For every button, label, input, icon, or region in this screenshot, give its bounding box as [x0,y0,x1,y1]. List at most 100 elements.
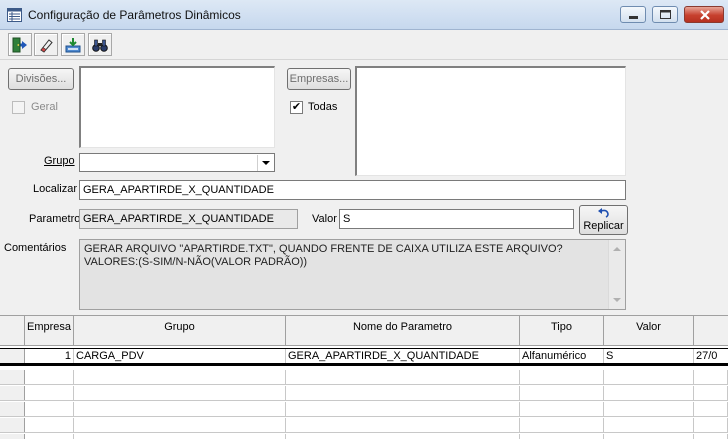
grid-cell-empty[interactable] [604,418,694,432]
scroll-down-icon[interactable] [613,298,621,302]
grid-cell-empty[interactable] [286,370,520,384]
maximize-button[interactable] [652,6,678,23]
grid-cell-empty[interactable] [694,386,728,400]
comentario-line-2: VALORES:(S-SIM/N-NÃO(VALOR PADRÃO)) [84,256,308,268]
grid-header-valor[interactable]: Valor [604,316,694,346]
comentarios-label: Comentários [4,242,67,254]
scroll-up-icon[interactable] [613,247,621,251]
grid-indicator-header [0,316,25,346]
grid-cell-empty[interactable] [604,402,694,416]
close-icon [700,10,710,20]
parameters-grid[interactable]: Empresa Grupo Nome do Parametro Tipo Val… [0,315,728,439]
grid-cell-empty[interactable] [604,386,694,400]
valor-label: Valor [312,213,337,225]
grid-cell-empty[interactable] [694,434,728,439]
replicar-label: Replicar [583,220,624,232]
table-row-empty[interactable] [0,418,728,433]
replicar-button[interactable]: Replicar [579,205,628,235]
localizar-input[interactable]: GERA_APARTIRDE_X_QUANTIDADE [79,180,626,200]
grid-cell-empty[interactable] [520,402,604,416]
close-button[interactable] [684,6,724,23]
clear-button[interactable] [34,33,58,56]
parametro-label: Parametro [29,213,81,225]
cell-nome[interactable]: GERA_APARTIRDE_X_QUANTIDADE [286,349,520,363]
grid-cell-empty[interactable] [25,386,74,400]
grid-cell-empty[interactable] [286,386,520,400]
grid-cell-empty[interactable] [694,402,728,416]
grid-cell-empty[interactable] [25,370,74,384]
cell-extra[interactable]: 27/0 [694,349,728,363]
search-button[interactable] [88,33,112,56]
todas-label: Todas [308,101,338,113]
empresas-button[interactable]: Empresas... [287,68,351,90]
grid-cell-empty[interactable] [520,434,604,439]
binoculars-icon [92,39,108,52]
row-indicator [0,386,25,400]
table-row[interactable]: 1 CARGA_PDV GERA_APARTIRDE_X_QUANTIDADE … [0,348,728,366]
grid-cell-empty[interactable] [694,418,728,432]
row-indicator [0,349,25,363]
comentarios-memo[interactable]: GERAR ARQUIVO "APARTIRDE.TXT", QUANDO FR… [79,239,626,310]
empresas-listbox[interactable] [355,66,626,176]
eraser-icon [40,39,53,53]
grid-cell-empty[interactable] [520,370,604,384]
grid-cell-empty[interactable] [25,434,74,439]
table-row-empty[interactable] [0,402,728,417]
grid-cell-empty[interactable] [286,434,520,439]
comentario-line-1: GERAR ARQUIVO "APARTIRDE.TXT", QUANDO FR… [84,243,563,255]
row-indicator [0,434,25,439]
grid-header-extra[interactable] [694,316,728,346]
window-title: Configuração de Parâmetros Dinâmicos [28,8,241,22]
grid-cell-empty[interactable] [74,418,286,432]
undo-arrow-icon [598,208,609,218]
grid-cell-empty[interactable] [25,418,74,432]
comentarios-scrollbar[interactable] [608,240,625,309]
save-button[interactable] [61,33,85,56]
divisoes-button[interactable]: Divisões... [8,68,74,90]
table-row-empty[interactable] [0,386,728,401]
toolbar [0,30,728,60]
exit-button[interactable] [8,33,32,56]
minimize-button[interactable] [620,6,646,23]
grid-cell-empty[interactable] [694,370,728,384]
row-indicator [0,402,25,416]
cell-valor[interactable]: S [604,349,694,363]
grid-cell-empty[interactable] [74,434,286,439]
grid-cell-empty[interactable] [604,370,694,384]
grid-cell-empty[interactable] [74,370,286,384]
app-window-icon [7,8,22,22]
row-indicator [0,418,25,432]
grid-header-empresa[interactable]: Empresa [25,316,74,346]
grupo-label: Grupo [44,155,75,167]
table-row-empty[interactable] [0,370,728,385]
table-row-empty[interactable] [0,434,728,439]
grid-cell-empty[interactable] [520,418,604,432]
grid-cell-empty[interactable] [74,386,286,400]
grid-cell-empty[interactable] [604,434,694,439]
cell-grupo[interactable]: CARGA_PDV [74,349,286,363]
geral-checkbox[interactable] [12,101,25,114]
title-bar[interactable]: Configuração de Parâmetros Dinâmicos [0,0,728,30]
cell-tipo[interactable]: Alfanumérico [520,349,604,363]
grid-header-tipo[interactable]: Tipo [520,316,604,346]
grid-header-nome[interactable]: Nome do Parametro [286,316,520,346]
grid-cell-empty[interactable] [74,402,286,416]
grid-cell-empty[interactable] [25,402,74,416]
divisoes-listbox[interactable] [79,66,275,148]
geral-label: Geral [31,101,58,113]
minimize-icon [629,16,638,19]
chevron-down-icon[interactable] [257,155,273,171]
grid-cell-empty[interactable] [520,386,604,400]
valor-input[interactable]: S [339,209,574,229]
grid-cell-empty[interactable] [286,418,520,432]
parametro-field: GERA_APARTIRDE_X_QUANTIDADE [79,209,298,229]
grid-header-grupo[interactable]: Grupo [74,316,286,346]
grupo-combobox[interactable] [79,153,275,172]
maximize-icon [660,10,671,19]
save-download-icon [65,38,81,53]
grid-cell-empty[interactable] [286,402,520,416]
row-indicator [0,370,25,384]
cell-empresa[interactable]: 1 [25,349,74,363]
localizar-label: Localizar [33,183,78,195]
todas-checkbox[interactable]: ✔ [290,101,303,114]
